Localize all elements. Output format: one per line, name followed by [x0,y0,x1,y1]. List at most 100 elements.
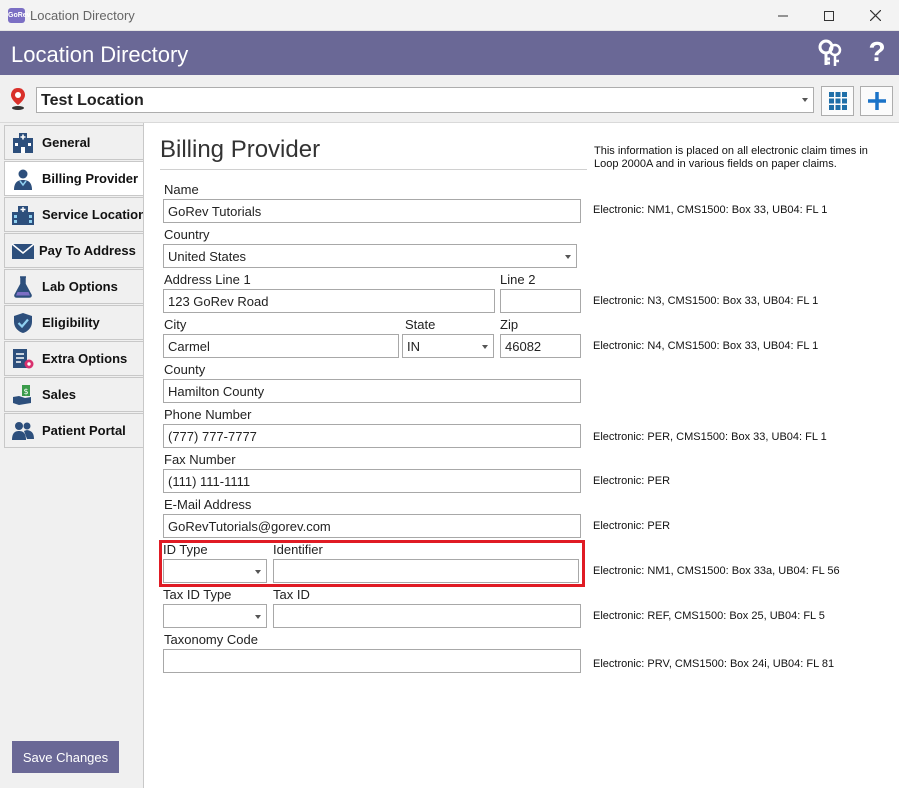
county-field[interactable]: Hamilton County [163,379,581,403]
plus-icon [867,92,886,110]
identifier-electronic-note: Electronic: NM1, CMS1500: Box 33a, UB04:… [593,565,840,577]
chevron-down-icon [802,98,808,102]
address-line1-label: Address Line 1 [164,272,251,287]
close-button[interactable] [852,0,898,31]
state-label: State [405,317,436,332]
title-bar: GoRev Location Directory [0,0,899,31]
sidebar-item-service-location[interactable]: Service Location [4,197,147,232]
chevron-down-icon [255,570,261,574]
name-value: GoRev Tutorials [168,204,262,219]
window-title: Location Directory [30,8,135,23]
fax-field[interactable]: (111) 111-1111 [163,469,581,493]
address-line1-field[interactable]: 123 GoRev Road [163,289,495,313]
country-value: United States [168,249,247,264]
sidebar-item-eligibility[interactable]: Eligibility [4,305,143,340]
tax-id-label: Tax ID [273,587,310,602]
sidebar-item-general[interactable]: General [4,125,143,160]
city-value: Carmel [168,339,210,354]
fax-electronic-note: Electronic: PER [593,475,671,487]
sidebar-item-label: Patient Portal [42,423,126,438]
zip-label: Zip [500,317,519,332]
email-electronic-note: Electronic: PER [593,520,671,532]
map-pin-icon [11,88,25,110]
tax-id-electronic-note: Electronic: REF, CMS1500: Box 25, UB04: … [593,610,825,622]
phone-label: Phone Number [164,407,252,422]
flask-icon [14,276,32,298]
taxonomy-electronic-note: Electronic: PRV, CMS1500: Box 24i, UB04:… [593,658,835,670]
taxonomy-label: Taxonomy Code [164,632,258,647]
add-location-button[interactable] [860,86,893,116]
city-field[interactable]: Carmel [163,334,399,358]
grid-view-button[interactable] [821,86,854,116]
county-value: Hamilton County [168,384,265,399]
keys-icon[interactable] [815,38,845,68]
sidebar-item-label: Lab Options [42,279,118,294]
building-icon [12,206,34,225]
name-label: Name [164,182,199,197]
divider [160,169,587,170]
fax-value: (111) 111-1111 [168,474,251,489]
money-hand-icon: $ [13,385,31,405]
sidebar-item-pay-to-address[interactable]: Pay To Address [4,233,143,268]
phone-electronic-note: Electronic: PER, CMS1500: Box 33, UB04: … [593,431,827,443]
doctor-icon [14,169,32,190]
address-electronic-note: Electronic: N3, CMS1500: Box 33, UB04: F… [593,295,819,307]
country-label: Country [164,227,210,242]
email-field[interactable]: GoRevTutorials@gorev.com [163,514,581,538]
sidebar-item-label: Service Location [42,207,147,222]
name-field[interactable]: GoRev Tutorials [163,199,581,223]
sidebar-item-sales[interactable]: $ Sales [4,377,143,412]
taxonomy-field[interactable] [163,649,581,673]
county-label: County [164,362,206,377]
chevron-down-icon [482,345,488,349]
page-title: Billing Provider [160,136,321,163]
info-text: This information is placed on all electr… [594,145,868,170]
tax-id-type-select[interactable] [163,604,267,628]
identifier-label: Identifier [273,542,323,557]
state-value: IN [407,339,420,354]
svg-text:$: $ [23,387,28,396]
email-label: E-Mail Address [164,497,252,512]
address-line2-field[interactable] [500,289,581,313]
sidebar: General Billing Provider Service Locatio… [0,123,147,788]
name-electronic-note: Electronic: NM1, CMS1500: Box 33, UB04: … [593,204,828,216]
sidebar-item-label: Eligibility [42,315,100,330]
email-value: GoRevTutorials@gorev.com [168,519,331,534]
sidebar-item-label: Sales [42,387,76,402]
identifier-field[interactable] [273,559,579,583]
app-header: Location Directory ? [0,31,899,75]
sidebar-item-label: General [42,135,91,150]
country-select[interactable]: United States [163,244,577,268]
grid-icon [828,92,847,110]
maximize-button[interactable] [806,0,852,31]
phone-field[interactable]: (777) 777-7777 [163,424,581,448]
phone-value: (777) 777-7777 [168,429,257,444]
location-select[interactable]: Test Location [36,87,814,113]
sidebar-item-label: Billing Provider [42,171,139,186]
maximize-icon [824,10,834,21]
minimize-button[interactable] [760,0,806,31]
fax-label: Fax Number [164,452,236,467]
help-icon[interactable]: ? [862,37,892,67]
city-electronic-note: Electronic: N4, CMS1500: Box 33, UB04: F… [593,340,819,352]
zip-field[interactable]: 46082 [500,334,581,358]
sidebar-item-patient-portal[interactable]: Patient Portal [4,413,143,448]
sidebar-item-label: Pay To Address [39,243,136,258]
chevron-down-icon [255,615,261,619]
sidebar-item-extra-options[interactable]: Extra Options [4,341,143,376]
sidebar-item-lab-options[interactable]: Lab Options [4,269,143,304]
save-changes-button[interactable]: Save Changes [12,741,119,773]
id-type-label: ID Type [163,542,208,557]
close-icon [869,10,881,21]
minimize-icon [778,15,788,16]
state-select[interactable]: IN [402,334,494,358]
tax-id-field[interactable] [273,604,581,628]
id-type-select[interactable] [163,559,267,583]
location-select-value: Test Location [41,92,144,109]
sidebar-item-label: Extra Options [42,351,128,366]
sidebar-item-billing-provider[interactable]: Billing Provider [4,161,143,196]
address-line2-label: Line 2 [500,272,536,287]
address-line1-value: 123 GoRev Road [168,294,269,309]
envelope-icon [11,243,35,259]
header-title: Location Directory [11,42,189,67]
